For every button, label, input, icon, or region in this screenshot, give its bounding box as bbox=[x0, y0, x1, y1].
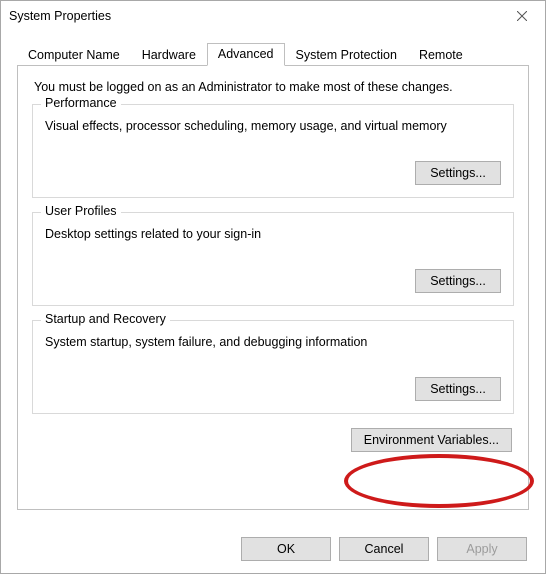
group-user-profiles-desc: Desktop settings related to your sign-in bbox=[45, 227, 501, 241]
startup-recovery-settings-button[interactable]: Settings... bbox=[415, 377, 501, 401]
performance-settings-button[interactable]: Settings... bbox=[415, 161, 501, 185]
user-profiles-settings-button[interactable]: Settings... bbox=[415, 269, 501, 293]
content-area: Computer Name Hardware Advanced System P… bbox=[1, 31, 545, 510]
system-properties-window: System Properties Computer Name Hardware… bbox=[0, 0, 546, 574]
cancel-button[interactable]: Cancel bbox=[339, 537, 429, 561]
titlebar: System Properties bbox=[1, 1, 545, 31]
group-user-profiles-legend: User Profiles bbox=[41, 204, 121, 218]
tab-strip: Computer Name Hardware Advanced System P… bbox=[17, 41, 529, 65]
group-performance-desc: Visual effects, processor scheduling, me… bbox=[45, 119, 501, 133]
group-user-profiles: User Profiles Desktop settings related t… bbox=[32, 212, 514, 306]
admin-notice: You must be logged on as an Administrato… bbox=[34, 80, 514, 94]
tab-system-protection[interactable]: System Protection bbox=[285, 44, 408, 66]
group-performance: Performance Visual effects, processor sc… bbox=[32, 104, 514, 198]
ok-button[interactable]: OK bbox=[241, 537, 331, 561]
group-performance-legend: Performance bbox=[41, 96, 121, 110]
group-startup-recovery-desc: System startup, system failure, and debu… bbox=[45, 335, 501, 349]
group-startup-recovery: Startup and Recovery System startup, sys… bbox=[32, 320, 514, 414]
tab-remote[interactable]: Remote bbox=[408, 44, 474, 66]
environment-variables-button[interactable]: Environment Variables... bbox=[351, 428, 512, 452]
tab-advanced[interactable]: Advanced bbox=[207, 43, 285, 66]
group-startup-recovery-legend: Startup and Recovery bbox=[41, 312, 170, 326]
tab-panel-advanced: You must be logged on as an Administrato… bbox=[17, 65, 529, 510]
dialog-footer: OK Cancel Apply bbox=[241, 537, 527, 561]
tab-hardware[interactable]: Hardware bbox=[131, 44, 207, 66]
close-button[interactable] bbox=[507, 5, 537, 27]
env-vars-row: Environment Variables... bbox=[32, 428, 512, 452]
window-title: System Properties bbox=[9, 9, 111, 23]
close-icon bbox=[517, 11, 527, 21]
tab-computer-name[interactable]: Computer Name bbox=[17, 44, 131, 66]
apply-button[interactable]: Apply bbox=[437, 537, 527, 561]
